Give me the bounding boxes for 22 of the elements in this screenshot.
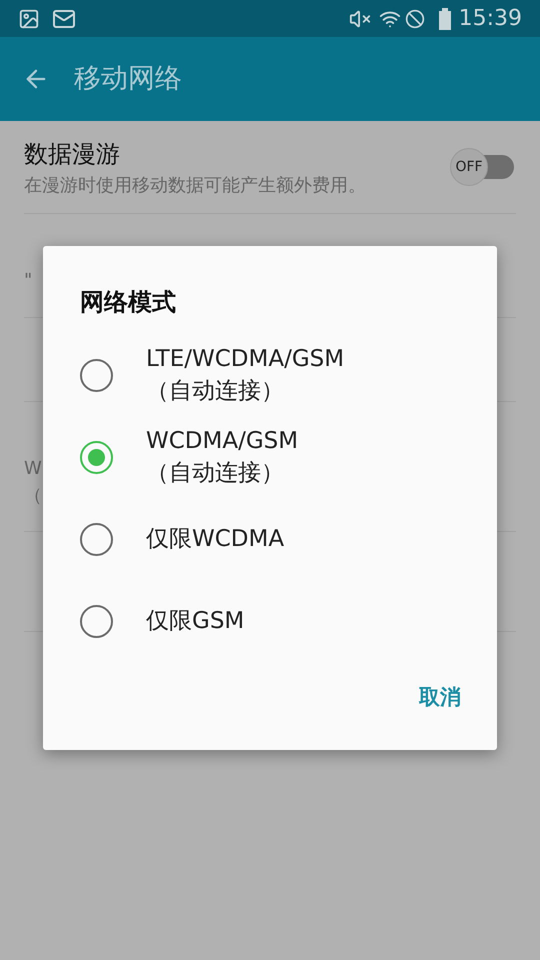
image-icon — [18, 8, 40, 30]
setting-subtitle: W — [24, 456, 42, 480]
option-label[interactable]: 仅限WCDMA — [146, 523, 284, 555]
status-time: 15:39 — [458, 5, 522, 33]
option-label[interactable]: 仅限GSM — [146, 605, 244, 637]
app-bar-title: 移动网络 — [74, 62, 182, 96]
setting-subtitle: 在漫游时使用移动数据可能产生额外费用。 — [24, 174, 366, 198]
radio-button[interactable] — [80, 522, 113, 556]
dialog-title: 网络模式 — [80, 287, 177, 318]
battery-icon — [438, 8, 451, 30]
cancel-button[interactable]: 取消 — [419, 682, 461, 714]
option-label[interactable]: WCDMA/GSM — [146, 425, 298, 457]
setting-title: 数据漫游 — [24, 138, 120, 170]
radio-button[interactable] — [80, 604, 113, 638]
option-label[interactable]: LTE/WCDMA/GSM — [146, 343, 344, 375]
option-sublabel: （自动连接） — [146, 459, 285, 488]
radio-button[interactable] — [80, 440, 113, 474]
no-disturb-icon — [404, 8, 425, 28]
setting-subtitle: " — [24, 269, 32, 293]
setting-subtitle: （ — [24, 484, 42, 508]
option-sublabel: （自动连接） — [146, 377, 285, 406]
radio-button[interactable] — [80, 358, 113, 392]
